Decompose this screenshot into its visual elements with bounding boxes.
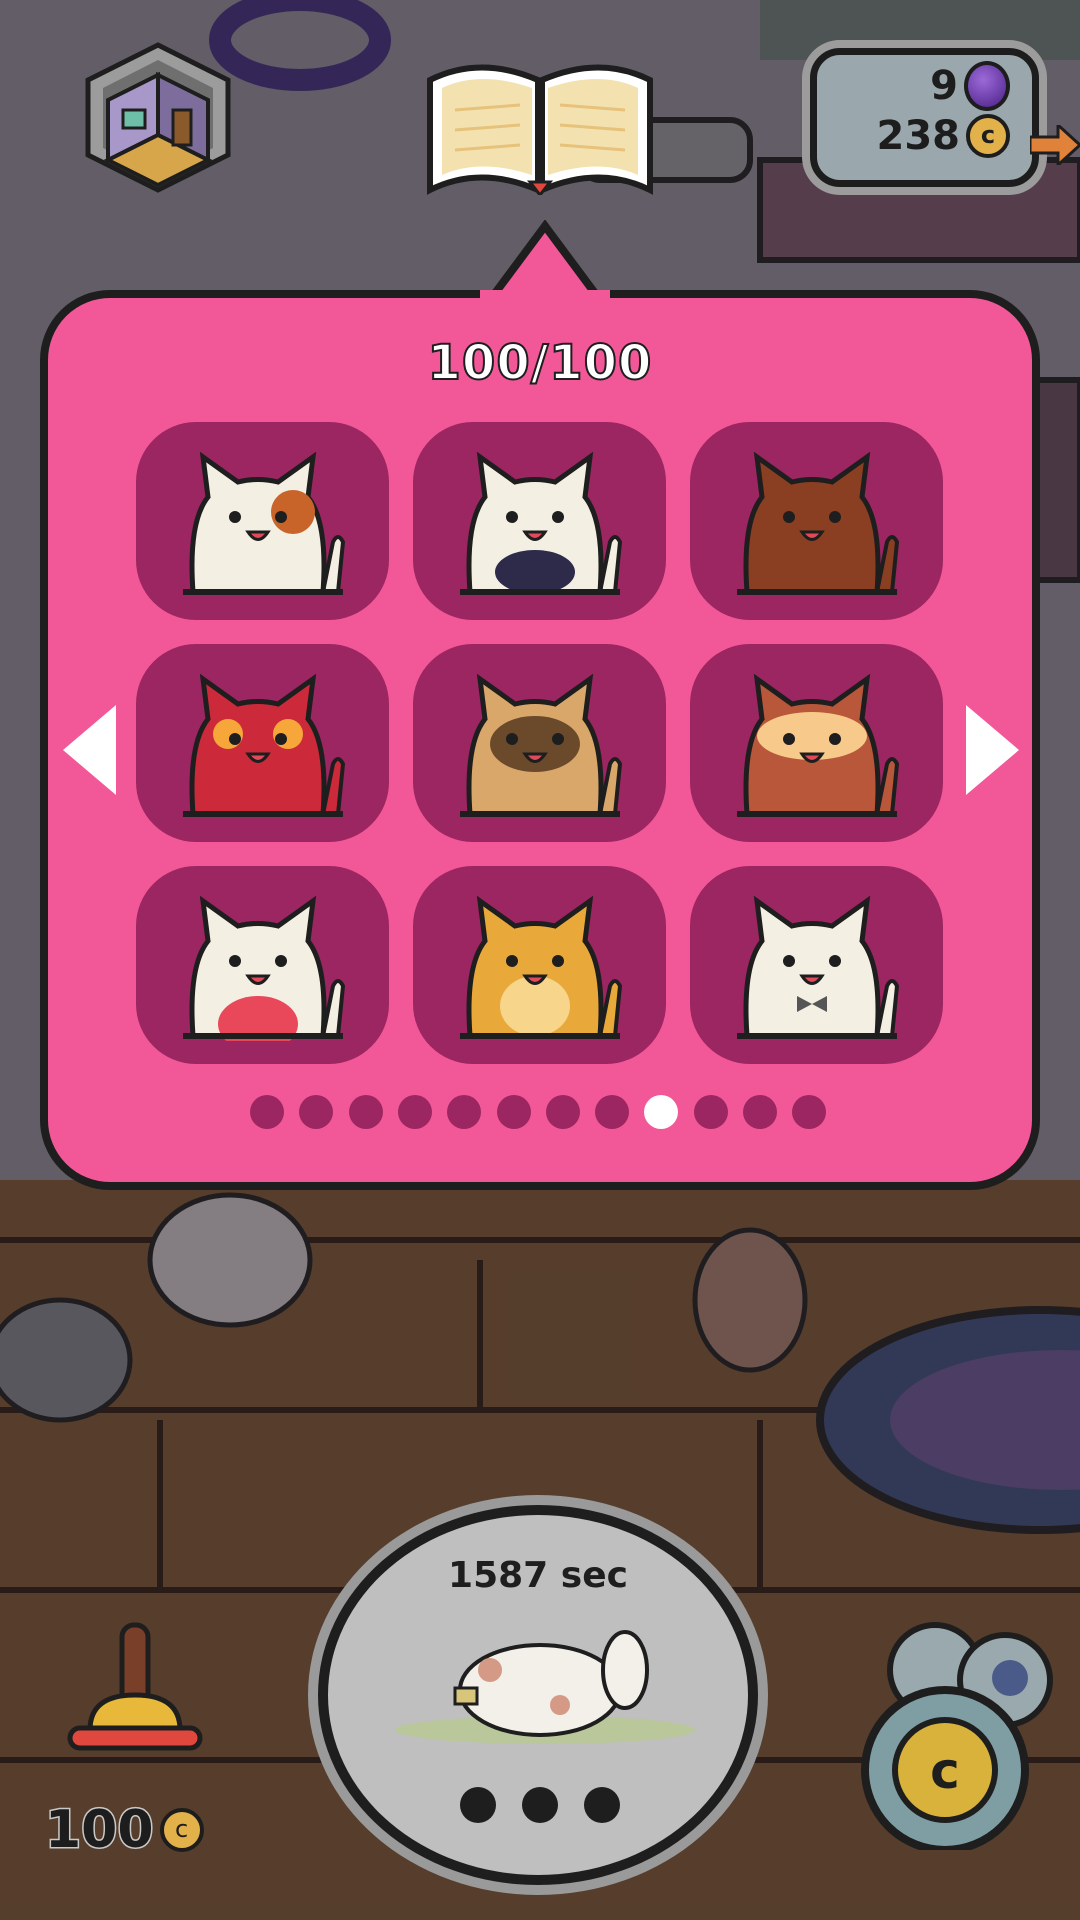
coin-icon: c bbox=[966, 114, 1010, 158]
cat-slot-calico-patch-cat[interactable] bbox=[136, 422, 389, 620]
page-dot[interactable] bbox=[743, 1095, 777, 1129]
svg-text:c: c bbox=[930, 1742, 960, 1800]
brown-cat-icon bbox=[737, 452, 900, 595]
coin-icon: c bbox=[159, 1808, 204, 1852]
coin-jar-button[interactable]: c bbox=[850, 1600, 1060, 1850]
currency-display: 9 238 c bbox=[810, 48, 1039, 187]
gem-count: 9 bbox=[930, 63, 958, 109]
coin-count: 238 bbox=[876, 113, 961, 159]
cat-slot-golden-cat[interactable] bbox=[413, 866, 666, 1064]
room-box-icon bbox=[103, 71, 213, 188]
room-button[interactable] bbox=[78, 40, 238, 195]
catalog-book-icon bbox=[427, 64, 653, 195]
bell-button[interactable] bbox=[60, 1620, 210, 1770]
collection-counter: 100/100 bbox=[427, 334, 653, 392]
strawberry-cat-icon bbox=[183, 896, 346, 1041]
page-indicator bbox=[240, 1093, 840, 1133]
next-page-button[interactable] bbox=[962, 700, 1024, 800]
red-owl-cat-icon bbox=[183, 674, 346, 817]
page-dot[interactable] bbox=[250, 1095, 284, 1129]
purple-gem-icon bbox=[964, 61, 1010, 111]
page-dot[interactable] bbox=[447, 1095, 482, 1129]
calico-patch-cat-icon bbox=[183, 452, 346, 595]
arrow-right-icon bbox=[1030, 125, 1080, 165]
bell-price: 100 c bbox=[44, 1799, 235, 1862]
page-dot[interactable] bbox=[299, 1095, 334, 1129]
siamese-cat-icon bbox=[460, 674, 623, 817]
bowtie-cat-icon bbox=[737, 896, 900, 1039]
page-dot[interactable] bbox=[595, 1095, 630, 1129]
coin-jar-icon: c bbox=[861, 1622, 1053, 1850]
timer-label: 1587 sec bbox=[448, 1555, 628, 1596]
catalog-button[interactable] bbox=[420, 50, 660, 195]
cat-slot-red-owl-cat[interactable] bbox=[136, 644, 389, 842]
cat-slot-galaxy-belly-cat[interactable] bbox=[413, 422, 666, 620]
cat-grid bbox=[136, 422, 944, 1067]
page-dot[interactable] bbox=[496, 1095, 531, 1129]
gem-counter: 9 bbox=[930, 61, 1010, 111]
chevron-left-icon bbox=[63, 705, 116, 795]
cat-slot-siamese-cat[interactable] bbox=[413, 644, 666, 842]
cat-slot-fluffy-orange-cat[interactable] bbox=[690, 644, 943, 842]
page-dot[interactable] bbox=[792, 1095, 827, 1129]
page-dot[interactable] bbox=[397, 1095, 432, 1129]
page-dot[interactable] bbox=[545, 1095, 580, 1129]
bell-price-value: 100 bbox=[44, 1799, 156, 1862]
coin-counter: 238 c bbox=[876, 113, 1010, 159]
fluffy-orange-cat-icon bbox=[737, 674, 900, 817]
chevron-right-icon bbox=[966, 705, 1019, 795]
cat-slot-brown-cat[interactable] bbox=[690, 422, 943, 620]
page-dot[interactable] bbox=[693, 1095, 728, 1129]
galaxy-belly-cat-icon bbox=[460, 452, 623, 595]
golden-cat-icon bbox=[460, 896, 623, 1039]
prev-page-button[interactable] bbox=[58, 700, 120, 800]
more-icon bbox=[460, 1787, 620, 1823]
page-dot[interactable] bbox=[644, 1095, 679, 1129]
page-dot[interactable] bbox=[348, 1095, 383, 1129]
bell-icon bbox=[67, 1622, 203, 1751]
panel-pointer bbox=[480, 220, 610, 300]
grazing-cat-icon bbox=[395, 1630, 695, 1744]
cat-slot-strawberry-cat[interactable] bbox=[136, 866, 389, 1064]
cat-slot-bowtie-cat[interactable] bbox=[690, 866, 943, 1064]
